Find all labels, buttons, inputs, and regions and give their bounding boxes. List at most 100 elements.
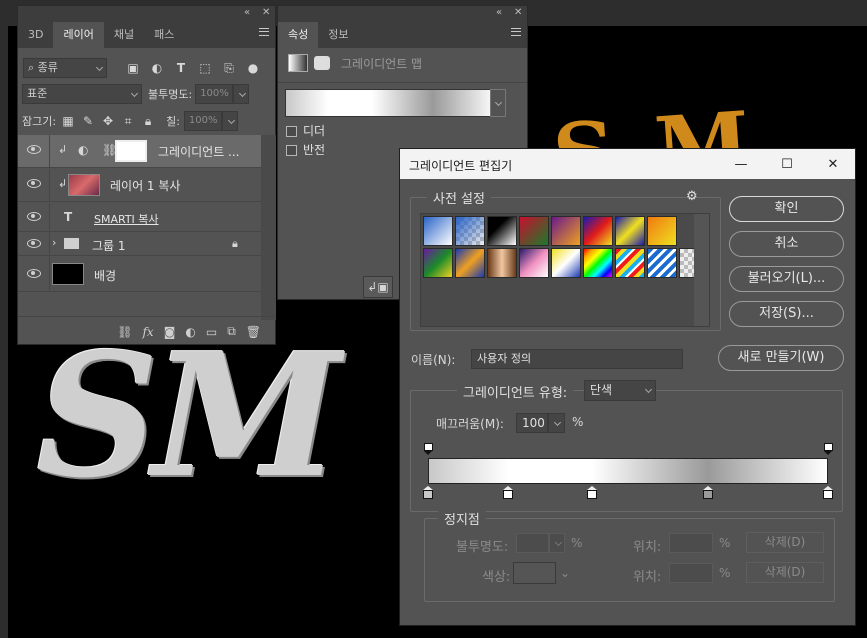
reverse-checkbox[interactable] (286, 145, 297, 156)
preset-swatch[interactable] (647, 216, 677, 246)
lock-position-icon[interactable]: ✥ (100, 113, 116, 129)
layers-scrollbar[interactable] (261, 135, 276, 320)
lock-transparent-icon[interactable]: ▦ (60, 113, 76, 129)
preset-swatch[interactable] (583, 248, 613, 278)
presets-gear-icon[interactable]: ⚙︎ (686, 189, 698, 204)
save-button[interactable]: 저장(S)... (729, 301, 844, 327)
minimize-icon[interactable]: — (718, 149, 764, 179)
preset-swatch[interactable] (583, 216, 613, 246)
preset-swatch[interactable] (551, 216, 581, 246)
gradient-type-select[interactable]: 단색 (584, 380, 656, 401)
collapse-icon[interactable]: « (496, 7, 502, 18)
cancel-button[interactable]: 취소 (729, 231, 844, 257)
eye-icon[interactable] (27, 239, 41, 248)
pixel-filter-icon[interactable]: ▣ (125, 60, 141, 76)
preset-swatch[interactable] (519, 248, 549, 278)
tab-3d[interactable]: 3D (18, 22, 53, 48)
mask-icon[interactable] (314, 56, 330, 70)
eye-icon[interactable] (27, 212, 41, 221)
layer-name: SMARTI 복사 (94, 213, 159, 226)
panel-menu-icon[interactable] (511, 28, 521, 36)
opacity-stop[interactable] (424, 443, 433, 455)
color-stop[interactable] (703, 486, 713, 499)
smoothness-dropdown[interactable] (548, 413, 565, 433)
lock-all-icon[interactable]: 🔒︎ (140, 113, 156, 129)
eye-icon[interactable] (27, 179, 41, 188)
filter-toggle-icon[interactable]: ● (245, 60, 261, 76)
trash-icon[interactable]: 🗑︎ (246, 325, 261, 339)
close-icon[interactable]: ✕ (810, 149, 856, 179)
dither-option[interactable]: 디더 (286, 122, 325, 139)
preset-swatch[interactable] (519, 216, 549, 246)
type-filter-icon[interactable]: T (173, 60, 189, 76)
color-stop[interactable] (823, 486, 833, 499)
close-icon[interactable]: ✕ (514, 7, 522, 18)
preset-swatch[interactable] (615, 216, 645, 246)
new-button[interactable]: 새로 만들기(W) (718, 345, 844, 371)
panel-menu-icon[interactable] (259, 28, 269, 36)
eye-icon[interactable] (27, 145, 41, 154)
smoothness-input[interactable]: 100 (516, 413, 548, 433)
layer-row-background[interactable]: 배경 (18, 256, 261, 292)
shape-filter-icon[interactable]: ⬚ (197, 60, 213, 76)
opacity-stop[interactable] (824, 443, 833, 455)
link-icon[interactable]: ⛓︎ (117, 325, 132, 339)
layer-row-text[interactable]: T SMARTI 복사 (18, 203, 261, 232)
clip-arrow-icon: ↲ (58, 143, 68, 156)
gradient-dropdown[interactable] (490, 89, 506, 117)
close-icon[interactable]: ✕ (262, 7, 270, 18)
blend-mode-select[interactable]: 표준 (22, 84, 142, 104)
fill-input[interactable]: 100% (183, 111, 222, 131)
opacity-input[interactable]: 100% (195, 84, 234, 104)
opacity-dropdown[interactable] (233, 84, 250, 104)
expand-chevron-icon[interactable]: › (52, 236, 56, 249)
new-layer-icon[interactable]: ⧉ (227, 324, 236, 339)
name-input[interactable]: 사용자 정의 (471, 349, 683, 369)
tab-properties[interactable]: 속성 (278, 22, 319, 48)
filter-kind-select[interactable]: ⌕ 종류 (23, 58, 107, 78)
presets-scrollbar[interactable] (694, 214, 709, 326)
delete-color-stop-button: 삭제(D) (746, 562, 824, 583)
ok-button[interactable]: 확인 (729, 196, 844, 222)
smart-object-filter-icon[interactable]: ⎘ (221, 60, 237, 76)
color-stop[interactable] (587, 486, 597, 499)
lock-artboard-icon[interactable]: ⌗ (120, 113, 136, 129)
eye-icon[interactable] (27, 269, 41, 278)
adjustment-filter-icon[interactable]: ◐ (149, 60, 165, 76)
collapse-icon[interactable]: « (244, 7, 250, 18)
preset-swatch[interactable] (487, 216, 517, 246)
fill-label: 칠: (166, 115, 180, 128)
adjustment-icon[interactable]: ◐ (185, 325, 195, 339)
lock-image-icon[interactable]: ✎ (80, 113, 96, 129)
dither-checkbox[interactable] (286, 126, 297, 137)
layer-row-gradient[interactable]: ↲ ◐ ⛓︎ 그레이디언트 ... (18, 135, 261, 168)
gradient-preview[interactable] (285, 89, 497, 117)
fx-icon[interactable]: fx (142, 325, 153, 339)
tab-info[interactable]: 정보 (318, 22, 358, 48)
tab-paths[interactable]: 패스 (144, 22, 184, 48)
fill-dropdown[interactable] (221, 111, 238, 131)
layer-row-group[interactable]: › 그룹 1 🔒︎ (18, 232, 261, 256)
load-button[interactable]: 불러오기(L)... (729, 266, 844, 292)
preset-swatch[interactable] (551, 248, 581, 278)
preset-swatch[interactable] (423, 216, 453, 246)
layer-row-pixel[interactable]: ↲ 레이어 1 복사 (18, 169, 261, 202)
clip-to-layer-icon[interactable]: ↲▣ (363, 276, 393, 298)
reverse-option[interactable]: 반전 (286, 141, 325, 158)
color-stop[interactable] (503, 486, 513, 499)
gradient-bar[interactable] (428, 458, 828, 484)
color-stop[interactable] (423, 486, 433, 499)
tab-layers[interactable]: 레이어 (53, 22, 104, 48)
preset-swatch[interactable] (455, 248, 485, 278)
folder-icon[interactable]: ▭ (206, 325, 217, 339)
preset-swatch[interactable] (647, 248, 677, 278)
preset-swatch[interactable] (615, 248, 645, 278)
preset-swatch[interactable] (487, 248, 517, 278)
mask-icon[interactable]: ◙ (164, 325, 176, 339)
tab-channels[interactable]: 채널 (104, 22, 144, 48)
layer-thumbnail (68, 174, 100, 196)
preset-swatch[interactable] (423, 248, 453, 278)
preset-swatch[interactable] (455, 216, 485, 246)
maximize-icon[interactable]: ☐ (764, 149, 810, 179)
dialog-titlebar[interactable]: 그레이디언트 편집기 — ☐ ✕ (400, 149, 855, 179)
